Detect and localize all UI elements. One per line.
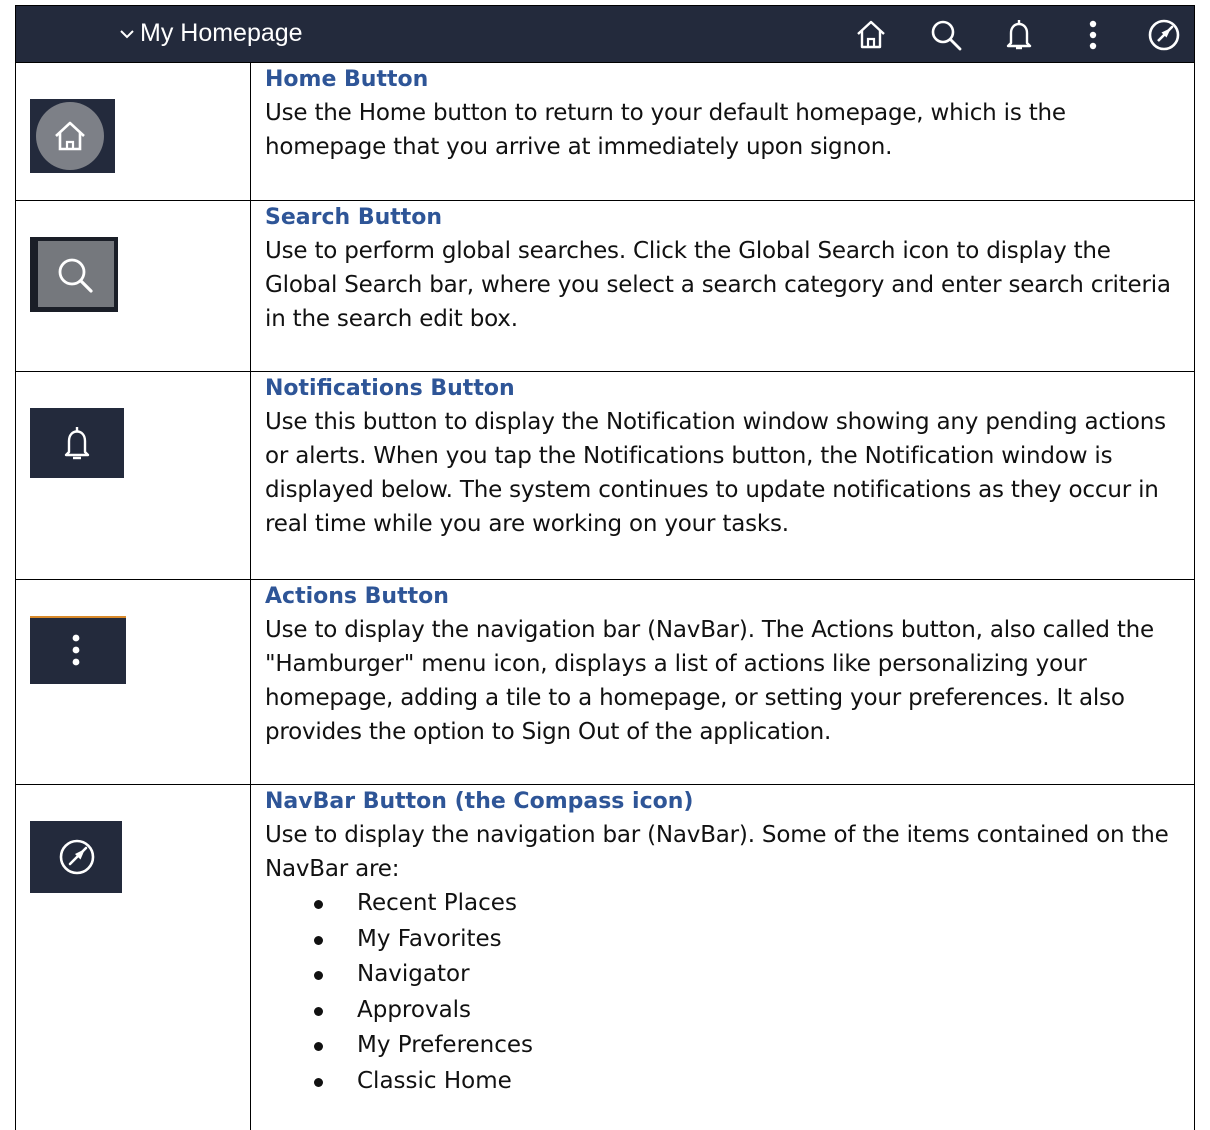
nav-home-button[interactable] xyxy=(854,18,888,52)
table-row-home: Home Button Use the Home button to retur… xyxy=(16,63,1194,201)
homepage-navbar: My Homepage xyxy=(15,5,1195,63)
navbar-button-sample xyxy=(30,821,122,893)
list-item: Classic Home xyxy=(314,1064,1184,1100)
row-description: Use to display the navigation bar (NavBa… xyxy=(265,617,1154,745)
row-description: Use to perform global searches. Click th… xyxy=(265,238,1171,332)
icon-cell xyxy=(16,785,251,1130)
row-heading: Notifications Button xyxy=(265,376,515,401)
row-description: Use this button to display the Notificat… xyxy=(265,409,1166,537)
row-description: Use the Home button to return to your de… xyxy=(265,100,1066,160)
actions-button-sample xyxy=(30,616,126,684)
chevron-down-icon xyxy=(120,29,134,38)
more-vertical-icon xyxy=(72,634,80,666)
text-cell: Notifications Button Use this button to … xyxy=(251,372,1194,579)
home-icon xyxy=(857,20,885,49)
nav-search-button[interactable] xyxy=(929,18,963,52)
list-item: My Favorites xyxy=(314,922,1184,958)
icon-cell xyxy=(16,580,251,784)
homepage-title: My Homepage xyxy=(140,19,303,47)
text-cell: Home Button Use the Home button to retur… xyxy=(251,63,1194,200)
notifications-button-sample xyxy=(30,408,124,478)
search-icon xyxy=(931,20,962,51)
text-cell: NavBar Button (the Compass icon) Use to … xyxy=(251,785,1194,1130)
search-icon xyxy=(38,241,114,307)
table-row-notifications: Notifications Button Use this button to … xyxy=(16,372,1194,580)
nav-navbar-button[interactable] xyxy=(1147,18,1181,52)
text-cell: Search Button Use to perform global sear… xyxy=(251,201,1194,371)
nav-actions-button[interactable] xyxy=(1076,18,1110,52)
icon-cell xyxy=(16,201,251,371)
row-heading: Home Button xyxy=(265,67,429,92)
row-heading: NavBar Button (the Compass icon) xyxy=(265,789,694,814)
row-description: Use to display the navigation bar (NavBa… xyxy=(265,822,1169,882)
row-heading: Actions Button xyxy=(265,584,449,609)
icon-cell xyxy=(16,63,251,200)
more-vertical-icon xyxy=(1089,20,1097,50)
list-item: My Preferences xyxy=(314,1028,1184,1064)
row-heading: Search Button xyxy=(265,205,443,230)
table-row-search: Search Button Use to perform global sear… xyxy=(16,201,1194,372)
list-item: Navigator xyxy=(314,957,1184,993)
icon-cell xyxy=(16,372,251,579)
navbar-items-list: Recent Places My Favorites Navigator App… xyxy=(265,886,1184,1099)
table-row-navbar: NavBar Button (the Compass icon) Use to … xyxy=(16,785,1194,1130)
homepage-title-dropdown[interactable]: My Homepage xyxy=(116,19,303,48)
navbar-buttons-table: Home Button Use the Home button to retur… xyxy=(15,63,1195,1130)
compass-icon xyxy=(59,839,95,875)
document: My Homepage Home Button Use the Home but… xyxy=(15,5,1195,1130)
table-row-actions: Actions Button Use to display the naviga… xyxy=(16,580,1194,785)
home-button-sample xyxy=(30,99,115,173)
text-cell: Actions Button Use to display the naviga… xyxy=(251,580,1194,784)
nav-notifications-button[interactable] xyxy=(1002,18,1036,52)
bell-icon xyxy=(64,427,90,460)
compass-icon xyxy=(1148,19,1180,51)
bell-icon xyxy=(1006,20,1032,50)
search-button-sample xyxy=(30,237,118,312)
list-item: Recent Places xyxy=(314,886,1184,922)
list-item: Approvals xyxy=(314,993,1184,1029)
home-icon xyxy=(36,102,104,170)
